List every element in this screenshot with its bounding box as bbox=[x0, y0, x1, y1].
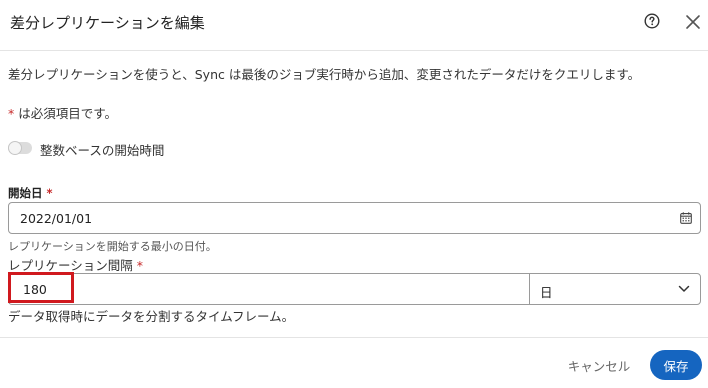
edit-differential-replication-dialog: 差分レプリケーションを編集 差分レプリケーションを使うと、Sync は最後のジョ… bbox=[0, 0, 708, 388]
replication-interval-input[interactable]: 180 bbox=[8, 273, 530, 305]
description-text: 差分レプリケーションを使うと、Sync は最後のジョブ実行時から追加、変更された… bbox=[8, 67, 641, 82]
chevron-down-icon bbox=[678, 285, 690, 292]
toggle-knob bbox=[8, 141, 22, 155]
calendar-icon[interactable] bbox=[680, 212, 692, 224]
replication-interval-hint: データ取得時にデータを分割するタイムフレーム。 bbox=[8, 309, 295, 324]
cancel-button[interactable]: キャンセル bbox=[560, 350, 638, 380]
start-date-label-text: 開始日 bbox=[8, 186, 43, 200]
integer-start-time-toggle[interactable] bbox=[8, 141, 32, 155]
dialog-title: 差分レプリケーションを編集 bbox=[10, 14, 205, 32]
save-button[interactable]: 保存 bbox=[650, 350, 702, 380]
close-icon[interactable] bbox=[684, 13, 702, 31]
interval-required-marker: * bbox=[136, 258, 143, 273]
replication-interval-label-text: レプリケーション間隔 bbox=[8, 258, 133, 273]
required-note-text: は必須項目です。 bbox=[14, 106, 117, 121]
footer-divider bbox=[0, 337, 708, 338]
start-date-input[interactable]: 2022/01/01 bbox=[8, 202, 701, 234]
highlight-box bbox=[8, 272, 74, 303]
interval-unit-select[interactable]: 日 bbox=[529, 273, 701, 305]
start-date-hint: レプリケーションを開始する最小の日付。 bbox=[8, 240, 217, 253]
interval-unit-value: 日 bbox=[540, 285, 553, 300]
help-circle-icon[interactable] bbox=[644, 13, 660, 29]
header-divider bbox=[0, 50, 708, 51]
required-fields-note: * は必須項目です。 bbox=[8, 103, 117, 122]
start-date-label: 開始日 * bbox=[8, 185, 53, 201]
start-date-value: 2022/01/01 bbox=[20, 211, 93, 226]
dialog-header: 差分レプリケーションを編集 bbox=[0, 0, 708, 48]
integer-start-time-label: 整数ベースの開始時間 bbox=[40, 143, 165, 158]
start-date-required-marker: * bbox=[46, 186, 53, 200]
